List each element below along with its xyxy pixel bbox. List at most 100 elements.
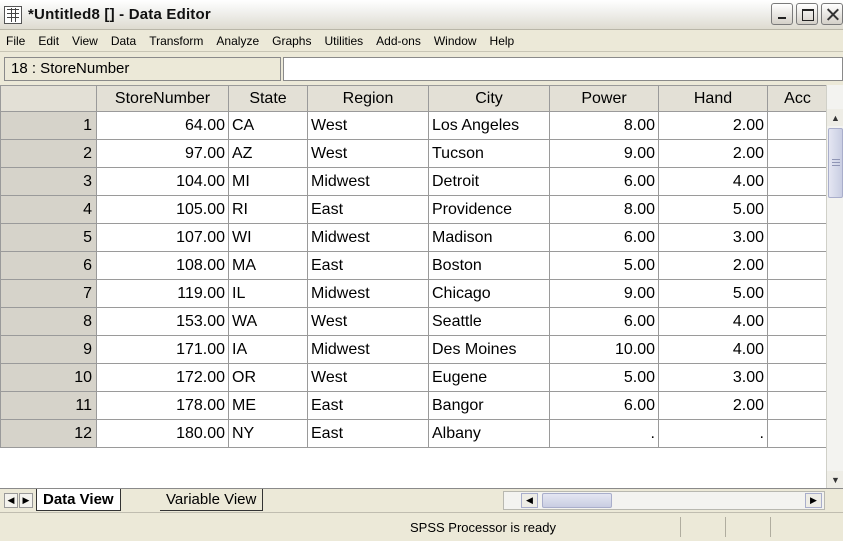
cell-acc[interactable] [767, 251, 828, 280]
cell-storenumber[interactable]: 108.00 [96, 251, 229, 280]
column-header-state[interactable]: State [228, 85, 308, 112]
cell-hand[interactable]: 3.00 [658, 223, 768, 252]
cell-city[interactable]: Tucson [428, 139, 550, 168]
vertical-scroll-thumb[interactable] [828, 128, 843, 198]
column-header-hand[interactable]: Hand [658, 85, 768, 112]
cell-state[interactable]: MI [228, 167, 308, 196]
cell-storenumber[interactable]: 104.00 [96, 167, 229, 196]
cell-acc[interactable] [767, 307, 828, 336]
cell-power[interactable]: 5.00 [549, 363, 659, 392]
cell-power[interactable]: 8.00 [549, 195, 659, 224]
cell-storenumber[interactable]: 178.00 [96, 391, 229, 420]
cell-city[interactable]: Seattle [428, 307, 550, 336]
cell-city[interactable]: Chicago [428, 279, 550, 308]
cell-acc[interactable] [767, 279, 828, 308]
menu-view[interactable]: View [72, 34, 98, 48]
cell-acc[interactable] [767, 419, 828, 448]
cell-region[interactable]: Midwest [307, 279, 429, 308]
grid-corner[interactable] [0, 85, 97, 112]
scroll-down-icon[interactable]: ▼ [827, 471, 843, 488]
cell-state[interactable]: WA [228, 307, 308, 336]
cell-city[interactable]: Los Angeles [428, 111, 550, 140]
cell-state[interactable]: NY [228, 419, 308, 448]
cell-storenumber[interactable]: 119.00 [96, 279, 229, 308]
cell-power[interactable]: 6.00 [549, 167, 659, 196]
cell-region[interactable]: East [307, 251, 429, 280]
cell-state[interactable]: RI [228, 195, 308, 224]
column-header-region[interactable]: Region [307, 85, 429, 112]
close-icon[interactable] [821, 3, 843, 25]
cell-acc[interactable] [767, 363, 828, 392]
row-header[interactable]: 3 [0, 167, 97, 196]
row-header[interactable]: 9 [0, 335, 97, 364]
cell-acc[interactable] [767, 335, 828, 364]
row-header[interactable]: 5 [0, 223, 97, 252]
cell-city[interactable]: Des Moines [428, 335, 550, 364]
cell-value-input[interactable] [283, 57, 843, 81]
row-header[interactable]: 4 [0, 195, 97, 224]
cell-acc[interactable] [767, 167, 828, 196]
tab-next-icon[interactable]: ▶ [19, 493, 33, 508]
cell-hand[interactable]: 4.00 [658, 335, 768, 364]
menu-help[interactable]: Help [490, 34, 515, 48]
tab-prev-icon[interactable]: ◀ [4, 493, 18, 508]
cell-city[interactable]: Albany [428, 419, 550, 448]
row-header[interactable]: 8 [0, 307, 97, 336]
cell-state[interactable]: IA [228, 335, 308, 364]
cell-state[interactable]: AZ [228, 139, 308, 168]
scroll-left-icon[interactable]: ◀ [521, 493, 538, 508]
cell-reference-box[interactable]: 18 : StoreNumber [4, 57, 281, 81]
scroll-up-icon[interactable]: ▲ [827, 109, 843, 126]
menu-analyze[interactable]: Analyze [216, 34, 259, 48]
cell-acc[interactable] [767, 195, 828, 224]
row-header[interactable]: 7 [0, 279, 97, 308]
cell-acc[interactable] [767, 139, 828, 168]
cell-city[interactable]: Bangor [428, 391, 550, 420]
cell-city[interactable]: Providence [428, 195, 550, 224]
cell-hand[interactable]: 2.00 [658, 111, 768, 140]
maximize-icon[interactable] [796, 3, 818, 25]
cell-region[interactable]: East [307, 195, 429, 224]
cell-hand[interactable]: 5.00 [658, 279, 768, 308]
cell-hand[interactable]: 4.00 [658, 167, 768, 196]
cell-storenumber[interactable]: 180.00 [96, 419, 229, 448]
cell-power[interactable]: 9.00 [549, 139, 659, 168]
cell-power[interactable]: 6.00 [549, 223, 659, 252]
cell-state[interactable]: WI [228, 223, 308, 252]
cell-storenumber[interactable]: 107.00 [96, 223, 229, 252]
cell-power[interactable]: 6.00 [549, 307, 659, 336]
cell-acc[interactable] [767, 391, 828, 420]
cell-hand[interactable]: 2.00 [658, 139, 768, 168]
tab-data-view[interactable]: Data View [36, 489, 121, 511]
menu-transform[interactable]: Transform [149, 34, 203, 48]
cell-city[interactable]: Detroit [428, 167, 550, 196]
menu-data[interactable]: Data [111, 34, 136, 48]
column-header-power[interactable]: Power [549, 85, 659, 112]
column-header-storenumber[interactable]: StoreNumber [96, 85, 229, 112]
row-header[interactable]: 2 [0, 139, 97, 168]
menu-file[interactable]: File [6, 34, 25, 48]
tab-variable-view[interactable]: Variable View [160, 489, 264, 511]
cell-power[interactable]: 5.00 [549, 251, 659, 280]
cell-city[interactable]: Boston [428, 251, 550, 280]
cell-storenumber[interactable]: 153.00 [96, 307, 229, 336]
cell-region[interactable]: West [307, 139, 429, 168]
menu-utilities[interactable]: Utilities [324, 34, 363, 48]
cell-power[interactable]: . [549, 419, 659, 448]
horizontal-scroll-thumb[interactable] [542, 493, 612, 508]
column-header-city[interactable]: City [428, 85, 550, 112]
cell-region[interactable]: East [307, 419, 429, 448]
cell-hand[interactable]: 2.00 [658, 251, 768, 280]
row-header[interactable]: 1 [0, 111, 97, 140]
cell-acc[interactable] [767, 223, 828, 252]
menu-edit[interactable]: Edit [38, 34, 59, 48]
cell-acc[interactable] [767, 111, 828, 140]
row-header[interactable]: 11 [0, 391, 97, 420]
menu-window[interactable]: Window [434, 34, 477, 48]
cell-hand[interactable]: 4.00 [658, 307, 768, 336]
cell-hand[interactable]: 5.00 [658, 195, 768, 224]
column-header-acc[interactable]: Acc [767, 85, 828, 112]
cell-state[interactable]: MA [228, 251, 308, 280]
cell-storenumber[interactable]: 172.00 [96, 363, 229, 392]
cell-region[interactable]: West [307, 363, 429, 392]
